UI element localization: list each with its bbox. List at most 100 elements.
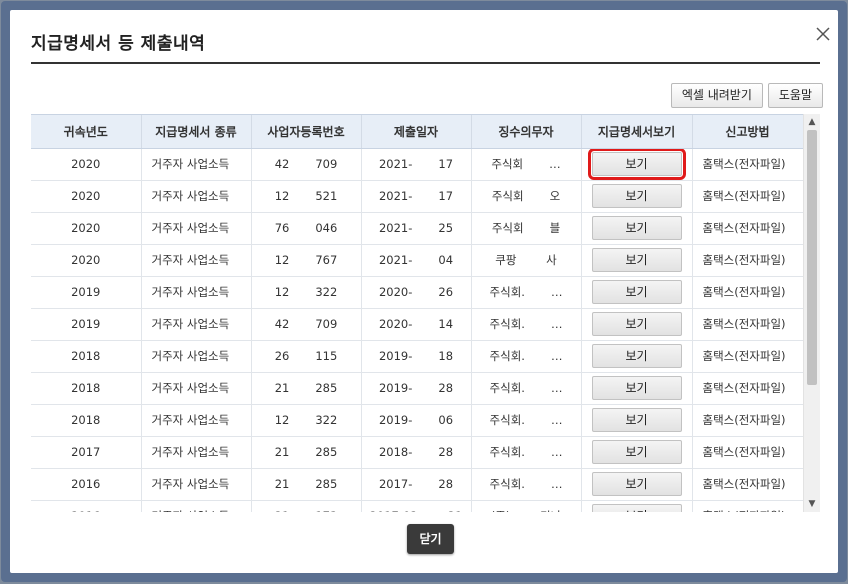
table-row: 2020 거주자 사업소득 42 709 2021- 17 주식회… 보기 홈택스(전자파일) [31,148,804,181]
redaction-mask [412,477,439,492]
cell-bizno: 21 285 [251,436,362,469]
cell-date: 2021- 25 [361,212,472,245]
cell-method: 홈택스(전자파일) [692,340,804,373]
cell-bizno: 12 767 [251,244,362,277]
cell-year: 2017 [31,436,142,469]
table-row: 2017 거주자 사업소득 21 285 2018- 28 주식회.… 보기 홈택스(전자파일) [31,436,804,469]
cell-method: 홈택스(전자파일) [692,404,804,437]
col-header-view: 지급명세서보기 [581,115,693,149]
scroll-down-icon[interactable]: ▼ [804,496,820,512]
redaction-mask [289,157,316,172]
col-header-year: 귀속년도 [31,115,142,149]
cell-year: 2019 [31,308,142,341]
cell-method: 홈택스(전자파일) [692,372,804,405]
cell-view: 보기 [581,148,693,181]
cell-view: 보기 [581,244,693,277]
cell-type: 거주자 사업소득 [141,500,252,512]
view-statement-button[interactable]: 보기 [591,472,682,496]
cell-date: 2019- 18 [361,340,472,373]
table-row: 2016거주자 사업소득211732017-02-21(주) 티나 보기 홈택스(전… [31,500,804,512]
cell-method: 홈택스(전자파일) [692,276,804,309]
col-header-method: 신고방법 [692,115,804,149]
redaction-mask [514,509,541,512]
redaction-mask [524,349,551,364]
view-statement-button[interactable]: 보기 [591,344,682,368]
cell-year: 2020 [31,212,142,245]
table-row: 2018 거주자 사업소득 12 322 2019- 06 주식회.… 보기 홈택스(전자파일) [31,404,804,437]
redaction-mask [289,509,316,512]
table-row: 2019 거주자 사업소득 42 709 2020- 14 주식회.… 보기 홈택스(전자파일) [31,308,804,341]
cell-type: 거주자 사업소득 [141,212,252,245]
view-statement-button[interactable]: 보기 [591,376,682,400]
redaction-mask [421,509,448,512]
view-statement-button[interactable]: 보기 [591,216,682,240]
cell-view: 보기 [581,468,693,501]
redaction-mask [412,221,439,236]
table-row: 2019 거주자 사업소득 12 322 2020- 26 주식회.… 보기 홈택스(전자파일) [31,276,804,309]
cell-bizno: 21 285 [251,468,362,501]
help-button[interactable]: 도움말 [767,83,823,108]
view-statement-button[interactable]: 보기 [591,440,682,464]
redaction-mask [289,253,316,268]
cell-payer: 주식회.… [471,372,582,405]
redaction-mask [524,381,551,396]
close-button[interactable]: 닫기 [407,524,454,554]
table-row: 2018 거주자 사업소득 26 115 2019- 18 주식회.… 보기 홈택스(전자파일) [31,340,804,373]
col-header-date: 제출일자 [361,115,472,149]
view-statement-button[interactable]: 보기 [591,312,682,336]
table-row: 2020 거주자 사업소득 76 046 2021- 25 주식회 블 보기 홈택스(전자파일) [31,212,804,245]
redaction-mask [524,445,551,460]
cell-year: 2020 [31,180,142,213]
redaction-mask [289,285,316,300]
cell-view: 보기 [581,212,693,245]
cell-type: 거주자 사업소득 [141,340,252,373]
cell-view: 보기 [581,308,693,341]
cell-bizno: 12 322 [251,276,362,309]
cell-date: 2018- 28 [361,436,472,469]
cell-bizno: 21173 [251,500,362,512]
scroll-up-icon[interactable]: ▲ [804,114,820,130]
redaction-mask [289,477,316,492]
table-scrollbar[interactable]: ▲ ▼ [803,114,820,512]
cell-view: 보기 [581,500,693,512]
cell-method: 홈택스(전자파일) [692,308,804,341]
view-statement-button[interactable]: 보기 [591,248,682,272]
view-statement-button[interactable]: 보기 [591,184,682,208]
cell-payer: 주식회.… [471,308,582,341]
view-statement-button[interactable]: 보기 [591,408,682,432]
cell-payer: 주식회.… [471,276,582,309]
redaction-mask [523,221,550,236]
cell-payer: (주) 티나 [471,500,582,512]
cell-bizno: 42 709 [251,308,362,341]
table-row: 2018 거주자 사업소득 21 285 2019- 28 주식회.… 보기 홈택스(전자파일) [31,372,804,405]
redaction-mask [412,189,439,204]
redaction-mask [412,253,439,268]
cell-type: 거주자 사업소득 [141,468,252,501]
cell-date: 2021- 17 [361,148,472,181]
cell-year: 2018 [31,404,142,437]
redaction-mask [524,317,551,332]
cell-year: 2016 [31,500,142,512]
view-statement-button[interactable]: 보기 [591,280,682,304]
view-statement-button[interactable]: 보기 [591,504,682,512]
view-statement-button[interactable]: 보기 [587,148,686,179]
cell-bizno: 76 046 [251,212,362,245]
redaction-mask [289,189,316,204]
col-header-payer: 징수의무자 [471,115,582,149]
excel-download-button[interactable]: 엑셀 내려받기 [670,83,763,108]
cell-date: 2020- 26 [361,276,472,309]
close-icon[interactable] [812,23,834,45]
cell-type: 거주자 사업소득 [141,436,252,469]
cell-year: 2020 [31,148,142,181]
cell-payer: 주식회.… [471,436,582,469]
cell-method: 홈택스(전자파일) [692,244,804,277]
cell-year: 2016 [31,468,142,501]
table-row: 2020 거주자 사업소득 12 521 2021- 17 주식회 오 보기 홈택스(전자파일) [31,180,804,213]
cell-bizno: 12 322 [251,404,362,437]
cell-payer: 주식회… [471,148,582,181]
cell-method: 홈택스(전자파일) [692,468,804,501]
cell-view: 보기 [581,404,693,437]
scrollbar-thumb[interactable] [807,130,817,385]
redaction-mask [523,157,550,172]
cell-date: 2019- 28 [361,372,472,405]
